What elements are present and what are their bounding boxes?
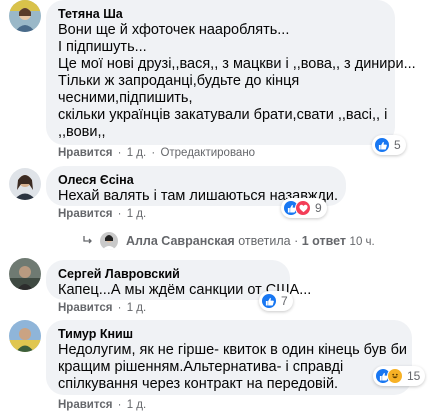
comment-time[interactable]: 1 д.	[127, 208, 147, 220]
reply-verb: ответила	[238, 234, 291, 248]
reaction-summary[interactable]: 15	[373, 366, 426, 386]
like-icon	[374, 137, 390, 153]
comment-time[interactable]: 1 д.	[127, 399, 147, 411]
like-button[interactable]: Нравится	[58, 208, 112, 220]
avatar[interactable]	[9, 258, 41, 290]
reaction-summary[interactable]: 5	[372, 135, 406, 155]
comment-bubble: Сергей Лавровский Капец...А мы ждём санк…	[46, 260, 312, 300]
comment-actions: Нравится · 1 д.	[58, 399, 147, 411]
comment-line: І підпишуть...	[58, 39, 147, 55]
comment-line: Недолугим, як не гірше- квиток в один кі…	[58, 342, 408, 358]
reaction-count: 7	[281, 294, 288, 308]
comment-time[interactable]: 1 д.	[127, 147, 147, 159]
comment-author[interactable]: Олеся Єсіна	[58, 172, 334, 188]
avatar	[100, 232, 119, 250]
comment-author[interactable]: Сергей Лавровский	[58, 266, 278, 282]
avatar[interactable]	[9, 168, 41, 200]
edited-label: Отредактировано	[160, 147, 256, 159]
comment-line: скільки українців закатували брати,свати…	[58, 107, 388, 123]
comment-author[interactable]: Тетяна Ша	[58, 6, 383, 22]
reply-count: 1 ответ	[301, 234, 347, 248]
reply-arrow-icon	[83, 236, 92, 244]
comment-line: кращим рішенням.Альтернатива- і справді	[58, 359, 344, 375]
view-replies-link[interactable]: Алла Савранская ответила · 1 ответ 10 ч.	[82, 232, 375, 250]
like-button[interactable]: Нравится	[58, 147, 112, 159]
like-button[interactable]: Нравится	[58, 302, 112, 314]
comment-actions: Нравится · 1 д.	[58, 208, 147, 220]
comment-line: Капец...А мы ждём санкции от США...	[58, 282, 312, 298]
comment-actions: Нравится · 1 д.	[58, 302, 147, 314]
comment-line: спілкування через контракт на передовій.	[58, 376, 339, 392]
comment-line: Вони ще й хфоточек наароблять...	[58, 22, 290, 38]
love-icon	[295, 200, 311, 216]
comment-bubble: Тетяна Ша Вони ще й хфоточек наароблять.…	[46, 0, 416, 145]
comment-line: Тільки ж запроданці,будьте до кінця	[58, 73, 300, 89]
comment-text: Капец...А мы ждём санкции от США...	[58, 282, 312, 299]
comment-text: Вони ще й хфоточек наароблять... І підпи…	[58, 22, 416, 141]
reaction-count: 5	[394, 138, 401, 152]
like-button[interactable]: Нравится	[58, 399, 112, 411]
comment-actions: Нравится · 1 д. · Отредактировано	[58, 147, 256, 159]
reaction-count: 9	[315, 201, 322, 215]
comment-bubble: Тимур Книш Недолугим, як не гірше- квито…	[46, 320, 412, 395]
comment-time[interactable]: 1 д.	[127, 302, 147, 314]
reaction-summary[interactable]: 7	[259, 291, 293, 311]
comment-line: Це мої нові друзі,,вася,, з мацкви і ,,в…	[58, 56, 416, 72]
avatar[interactable]	[9, 320, 41, 352]
comment-author[interactable]: Тимур Книш	[58, 326, 400, 342]
comment-line: ,,вови,,	[58, 124, 106, 140]
reaction-count: 15	[407, 369, 421, 383]
reply-time: 10 ч.	[349, 236, 375, 248]
reaction-summary[interactable]: 9	[281, 198, 327, 218]
like-icon	[261, 293, 277, 309]
comment-line: чесними,підпишить,	[58, 90, 193, 106]
haha-icon	[387, 368, 403, 384]
comment-text: Недолугим, як не гірше- квиток в один кі…	[58, 342, 408, 393]
avatar[interactable]	[9, 0, 41, 32]
reply-author[interactable]: Алла Савранская	[126, 234, 235, 248]
